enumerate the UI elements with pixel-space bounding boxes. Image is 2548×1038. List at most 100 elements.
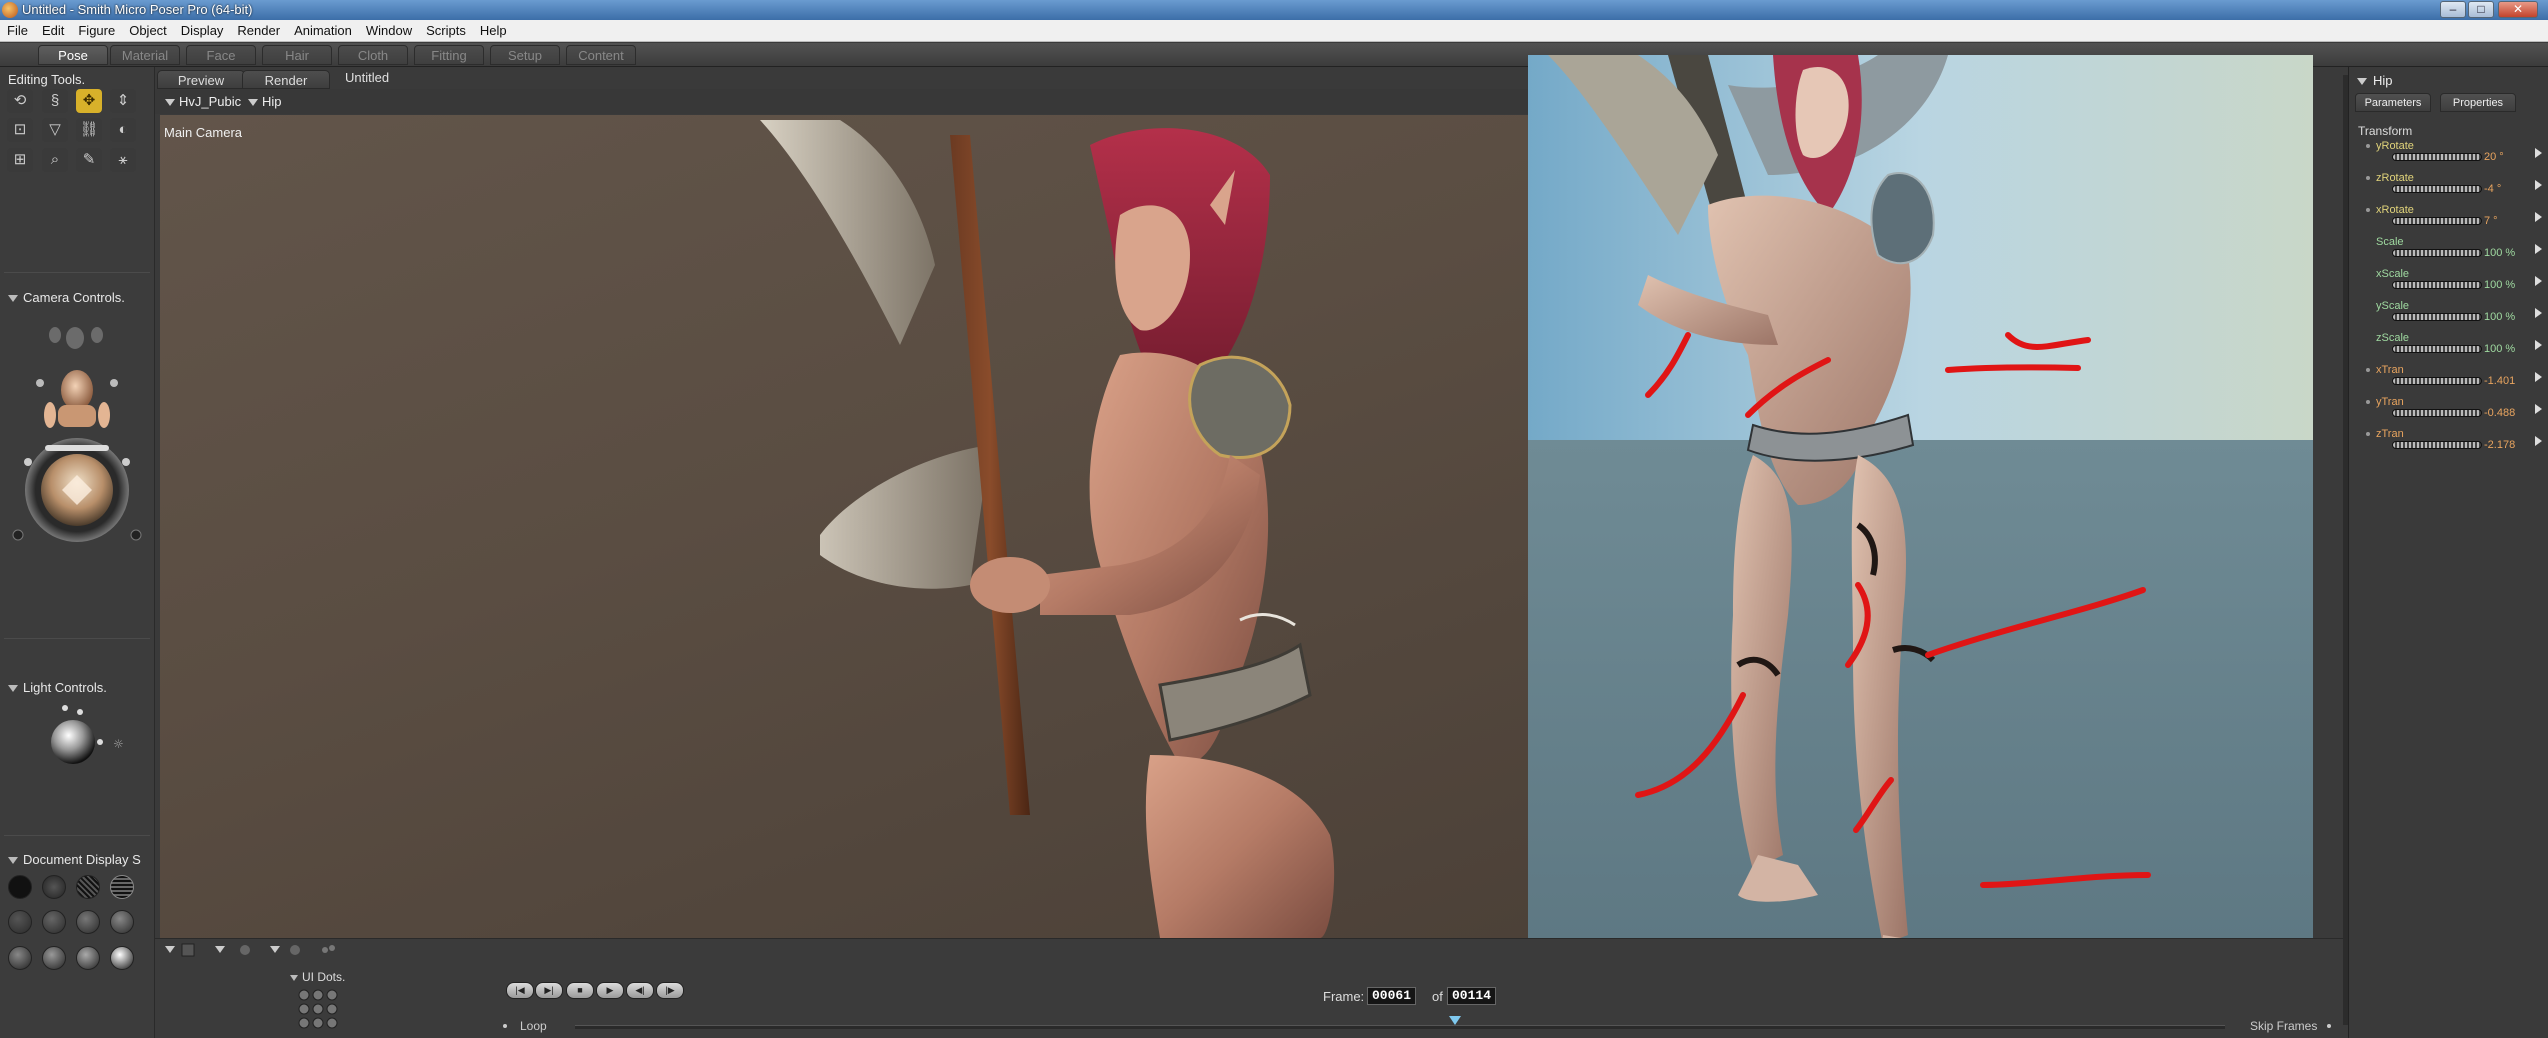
light-controls-widget[interactable]: ☼ — [45, 700, 135, 770]
param-menu-arrow-icon[interactable] — [2535, 308, 2542, 318]
display-smooth-shaded-icon[interactable] — [8, 946, 32, 970]
3d-viewport[interactable] — [160, 115, 1530, 938]
param-menu-arrow-icon[interactable] — [2535, 372, 2542, 382]
param-dial[interactable] — [2392, 281, 2482, 289]
tab-properties[interactable]: Properties — [2440, 93, 2516, 112]
color-tool-icon[interactable]: ◐ — [110, 118, 136, 142]
param-ztran[interactable]: zTran -2.178 — [2366, 428, 2547, 460]
grouping-tool-icon[interactable]: ⊞ — [7, 148, 33, 172]
taper-tool-icon[interactable]: ▽ — [42, 118, 68, 142]
close-button[interactable]: ✕ — [2498, 1, 2538, 18]
param-dial[interactable] — [2392, 217, 2482, 225]
total-frames-field[interactable]: 00114 — [1447, 987, 1497, 1005]
menu-figure[interactable]: Figure — [71, 20, 122, 42]
body-part-menu[interactable]: Hip — [248, 94, 282, 109]
scale-tool-icon[interactable]: ⊡ — [7, 118, 33, 142]
param-menu-arrow-icon[interactable] — [2535, 404, 2542, 414]
param-menu-arrow-icon[interactable] — [2535, 180, 2542, 190]
param-menu-arrow-icon[interactable] — [2535, 148, 2542, 158]
viewport-options-strip[interactable] — [160, 942, 380, 958]
tab-face[interactable]: Face — [186, 45, 256, 65]
display-flat-shaded-icon[interactable] — [42, 910, 66, 934]
timeline-playhead[interactable] — [1449, 1016, 1461, 1025]
tab-preview[interactable]: Preview — [157, 70, 245, 89]
param-zrotate[interactable]: zRotate -4 ° — [2366, 172, 2547, 204]
go-to-start-button[interactable]: |◀ — [506, 982, 534, 999]
menu-object[interactable]: Object — [122, 20, 174, 42]
display-silhouette-icon[interactable] — [8, 875, 32, 899]
direct-manipulation-icon[interactable]: ⚹ — [110, 148, 136, 172]
panel-splitter[interactable] — [2343, 75, 2348, 1025]
loop-label: Loop — [520, 1019, 547, 1033]
menu-scripts[interactable]: Scripts — [419, 20, 473, 42]
view-magnifier-icon[interactable]: ⌕ — [42, 148, 68, 172]
tab-render[interactable]: Render — [242, 70, 330, 89]
tab-parameters[interactable]: Parameters — [2355, 93, 2431, 112]
menu-window[interactable]: Window — [359, 20, 419, 42]
menu-file[interactable]: File — [0, 20, 35, 42]
param-dial[interactable] — [2392, 441, 2482, 449]
morphing-tool-icon[interactable]: ✎ — [76, 148, 102, 172]
display-flat-lined-icon[interactable] — [76, 910, 100, 934]
stop-button[interactable]: ■ — [566, 982, 594, 999]
tab-content[interactable]: Content — [566, 45, 636, 65]
translate-tool-icon[interactable]: ✥ — [76, 89, 102, 113]
tab-setup[interactable]: Setup — [490, 45, 560, 65]
menu-help[interactable]: Help — [473, 20, 514, 42]
timeline-track[interactable] — [575, 1025, 2225, 1029]
display-lit-wireframe-icon[interactable] — [8, 910, 32, 934]
play-button[interactable]: ▶ — [596, 982, 624, 999]
previous-frame-button[interactable]: ◀| — [626, 982, 654, 999]
skip-frames-radio[interactable] — [2327, 1024, 2331, 1028]
param-ytran[interactable]: yTran -0.488 — [2366, 396, 2547, 428]
param-zscale[interactable]: zScale 100 % — [2372, 332, 2547, 364]
display-texture-shaded-icon[interactable] — [76, 946, 100, 970]
menu-edit[interactable]: Edit — [35, 20, 71, 42]
rotate-tool-icon[interactable]: ⟲ — [7, 89, 33, 113]
chain-break-tool-icon[interactable]: ⛓ — [76, 118, 102, 142]
param-yscale[interactable]: yScale 100 % — [2372, 300, 2547, 332]
param-xrotate[interactable]: xRotate 7 ° — [2366, 204, 2547, 236]
tab-fitting[interactable]: Fitting — [414, 45, 484, 65]
translate-in-out-tool-icon[interactable]: ⇕ — [110, 89, 136, 113]
param-menu-arrow-icon[interactable] — [2535, 340, 2542, 350]
ui-dots-widget[interactable] — [297, 988, 347, 1032]
maximize-button[interactable]: □ — [2468, 1, 2494, 18]
param-dial[interactable] — [2392, 377, 2482, 385]
param-dial[interactable] — [2392, 249, 2482, 257]
param-menu-arrow-icon[interactable] — [2535, 276, 2542, 286]
param-dial[interactable] — [2392, 345, 2482, 353]
param-dial[interactable] — [2392, 185, 2482, 193]
display-wireframe-icon[interactable] — [76, 875, 100, 899]
menu-animation[interactable]: Animation — [287, 20, 359, 42]
tab-pose[interactable]: Pose — [38, 45, 108, 65]
menu-render[interactable]: Render — [230, 20, 287, 42]
param-scale[interactable]: Scale 100 % — [2372, 236, 2547, 268]
param-xtran[interactable]: xTran -1.401 — [2366, 364, 2547, 396]
param-menu-arrow-icon[interactable] — [2535, 436, 2542, 446]
param-yrotate[interactable]: yRotate 20 ° — [2366, 140, 2547, 172]
display-smooth-lined-icon[interactable] — [42, 946, 66, 970]
param-xscale[interactable]: xScale 100 % — [2372, 268, 2547, 300]
tab-cloth[interactable]: Cloth — [338, 45, 408, 65]
param-dial[interactable] — [2392, 313, 2482, 321]
minimize-button[interactable]: – — [2440, 1, 2466, 18]
display-hidden-line-icon[interactable] — [110, 875, 134, 899]
param-dial[interactable] — [2392, 153, 2482, 161]
actor-menu[interactable]: HvJ_Pubic — [165, 94, 241, 109]
next-frame-button[interactable]: |▶ — [656, 982, 684, 999]
menu-display[interactable]: Display — [174, 20, 231, 42]
loop-radio[interactable] — [503, 1024, 507, 1028]
param-menu-arrow-icon[interactable] — [2535, 212, 2542, 222]
param-dial[interactable] — [2392, 409, 2482, 417]
step-back-button[interactable]: ▶| — [535, 982, 563, 999]
current-frame-field[interactable]: 00061 — [1367, 987, 1417, 1005]
twist-tool-icon[interactable]: § — [42, 89, 68, 113]
param-menu-arrow-icon[interactable] — [2535, 244, 2542, 254]
camera-controls-widget[interactable] — [10, 315, 150, 560]
display-preview-icon[interactable] — [110, 946, 134, 970]
display-cartoon-icon[interactable] — [110, 910, 134, 934]
display-outline-icon[interactable] — [42, 875, 66, 899]
tab-material[interactable]: Material — [110, 45, 180, 65]
tab-hair[interactable]: Hair — [262, 45, 332, 65]
